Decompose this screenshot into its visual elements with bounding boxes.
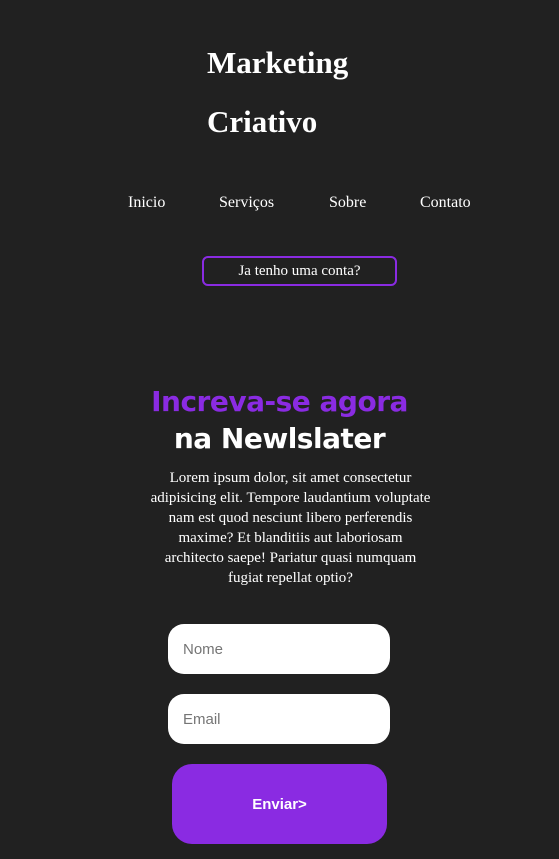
existing-account-button[interactable]: Ja tenho uma conta?: [202, 256, 397, 286]
nav-link-sobre[interactable]: Sobre: [329, 192, 366, 214]
nav-link-inicio[interactable]: Inicio: [128, 192, 165, 214]
brand-line-1: Marketing: [207, 45, 349, 80]
submit-button[interactable]: Enviar>: [172, 764, 387, 844]
newsletter-headline: Increva-se agora na Newlslater: [0, 383, 559, 457]
brand-line-2: Criativo: [207, 104, 318, 139]
newsletter-description: Lorem ipsum dolor, sit amet consectetur …: [150, 470, 431, 586]
brand-logo: Marketing Criativo: [207, 33, 407, 151]
name-input[interactable]: [168, 624, 390, 674]
main-nav: Inicio Serviços Sobre Contato: [0, 192, 559, 214]
headline-main: na Newlslater: [173, 422, 386, 455]
nav-link-servicos[interactable]: Serviços: [219, 192, 274, 214]
nav-link-contato[interactable]: Contato: [420, 192, 471, 214]
email-input[interactable]: [168, 694, 390, 744]
headline-accent: Increva-se agora: [151, 385, 408, 418]
